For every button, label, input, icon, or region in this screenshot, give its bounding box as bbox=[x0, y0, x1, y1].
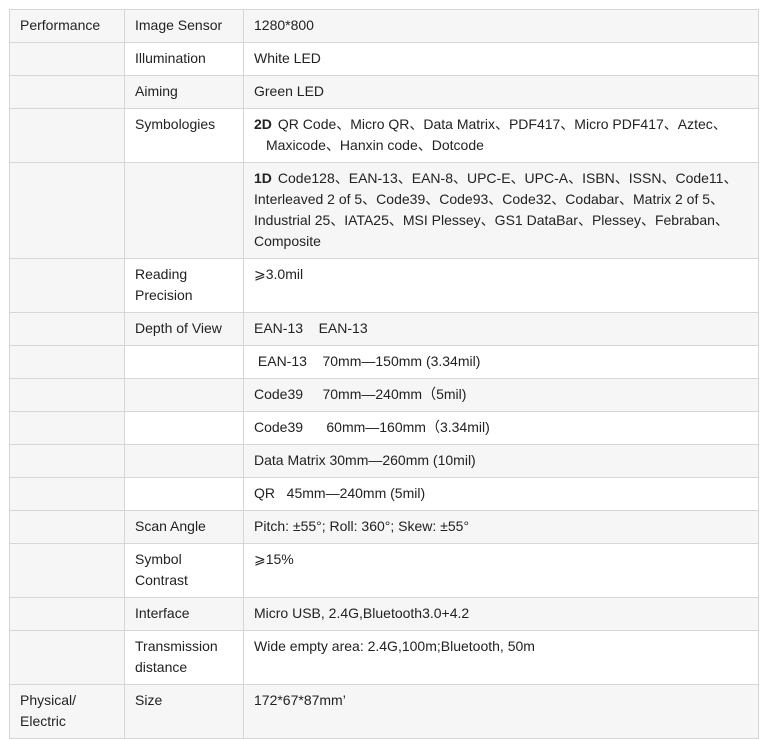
spec-value: Wide empty area: 2.4G,100m;Bluetooth, 50… bbox=[243, 630, 759, 685]
spec-value: ⩾3.0mil bbox=[243, 258, 759, 313]
spec-key: Transmission distance bbox=[124, 630, 244, 685]
spec-value: White LED bbox=[243, 42, 759, 76]
category-cell bbox=[9, 162, 125, 259]
spec-key: Interface bbox=[124, 597, 244, 631]
table-row: Scan Angle Pitch: ±55°; Roll: 360°; Skew… bbox=[9, 510, 759, 544]
spec-key: Reading Precision bbox=[124, 258, 244, 313]
spec-table: Performance Image Sensor 1280*800 Illumi… bbox=[9, 9, 759, 739]
table-row: 1D Code128、EAN-13、EAN-8、UPC-E、UPC-A、ISBN、… bbox=[9, 162, 759, 259]
spec-key bbox=[124, 477, 244, 511]
spec-value: Pitch: ±55°; Roll: 360°; Skew: ±55° bbox=[243, 510, 759, 544]
category-cell bbox=[9, 258, 125, 313]
category-cell: Physical/ Electric bbox=[9, 684, 125, 739]
table-row: Symbol Contrast ⩾15% bbox=[9, 543, 759, 598]
category-cell bbox=[9, 444, 125, 478]
category-cell bbox=[9, 510, 125, 544]
category-cell bbox=[9, 75, 125, 109]
spec-value: 1D Code128、EAN-13、EAN-8、UPC-E、UPC-A、ISBN、… bbox=[243, 162, 759, 259]
table-row: Code39 60mm—160mm（3.34mil) bbox=[9, 411, 759, 445]
category-cell bbox=[9, 378, 125, 412]
symbology-2d-list: QR Code、Micro QR、Data Matrix、PDF417、Micr… bbox=[277, 116, 727, 132]
table-row: Reading Precision ⩾3.0mil bbox=[9, 258, 759, 313]
table-row: Aiming Green LED bbox=[9, 75, 759, 109]
category-cell bbox=[9, 477, 125, 511]
spec-value: EAN-13 70mm—150mm (3.34mil) bbox=[243, 345, 759, 379]
spec-key: Scan Angle bbox=[124, 510, 244, 544]
category-cell bbox=[9, 108, 125, 163]
spec-value: EAN-13 EAN-13 bbox=[243, 312, 759, 346]
spec-key: Image Sensor bbox=[124, 9, 244, 43]
spec-value: Green LED bbox=[243, 75, 759, 109]
spec-key: Symbologies bbox=[124, 108, 244, 163]
spec-value: Code39 60mm—160mm（3.34mil) bbox=[243, 411, 759, 445]
symbology-1d-label: 1D bbox=[254, 170, 272, 186]
table-row: EAN-13 70mm—150mm (3.34mil) bbox=[9, 345, 759, 379]
spec-key bbox=[124, 162, 244, 259]
spec-key bbox=[124, 378, 244, 412]
spec-key bbox=[124, 345, 244, 379]
spec-key: Aiming bbox=[124, 75, 244, 109]
table-row: QR 45mm—240mm (5mil) bbox=[9, 477, 759, 511]
spec-key: Size bbox=[124, 684, 244, 739]
table-row: Transmission distance Wide empty area: 2… bbox=[9, 630, 759, 685]
category-cell bbox=[9, 345, 125, 379]
category-cell bbox=[9, 543, 125, 598]
spec-key bbox=[124, 444, 244, 478]
table-row: Physical/ Electric Size 172*67*87mm’ bbox=[9, 684, 759, 739]
spec-key: Symbol Contrast bbox=[124, 543, 244, 598]
spec-key bbox=[124, 411, 244, 445]
spec-value: 1280*800 bbox=[243, 9, 759, 43]
category-cell bbox=[9, 597, 125, 631]
symbology-1d-list: Code128、EAN-13、EAN-8、UPC-E、UPC-A、ISBN、IS… bbox=[254, 170, 738, 249]
category-cell bbox=[9, 630, 125, 685]
symbology-2d-label: 2D bbox=[254, 116, 272, 132]
spec-value: QR 45mm—240mm (5mil) bbox=[243, 477, 759, 511]
table-row: Performance Image Sensor 1280*800 bbox=[9, 9, 759, 43]
spec-key: Illumination bbox=[124, 42, 244, 76]
table-row: Code39 70mm—240mm（5mil) bbox=[9, 378, 759, 412]
category-cell: Performance bbox=[9, 9, 125, 43]
spec-value: 2D QR Code、Micro QR、Data Matrix、PDF417、Mi… bbox=[243, 108, 759, 163]
table-row: Depth of View EAN-13 EAN-13 bbox=[9, 312, 759, 346]
category-cell bbox=[9, 411, 125, 445]
table-row: Interface Micro USB, 2.4G,Bluetooth3.0+4… bbox=[9, 597, 759, 631]
table-row: Illumination White LED bbox=[9, 42, 759, 76]
spec-value: Data Matrix 30mm—260mm (10mil) bbox=[243, 444, 759, 478]
category-cell bbox=[9, 312, 125, 346]
spec-value: 172*67*87mm’ bbox=[243, 684, 759, 739]
table-row: Symbologies 2D QR Code、Micro QR、Data Matr… bbox=[9, 108, 759, 163]
spec-key: Depth of View bbox=[124, 312, 244, 346]
spec-value: Code39 70mm—240mm（5mil) bbox=[243, 378, 759, 412]
category-cell bbox=[9, 42, 125, 76]
spec-value: Micro USB, 2.4G,Bluetooth3.0+4.2 bbox=[243, 597, 759, 631]
table-row: Data Matrix 30mm—260mm (10mil) bbox=[9, 444, 759, 478]
spec-value: ⩾15% bbox=[243, 543, 759, 598]
symbology-2d-list-cont: Maxicode、Hanxin code、Dotcode bbox=[266, 137, 484, 153]
